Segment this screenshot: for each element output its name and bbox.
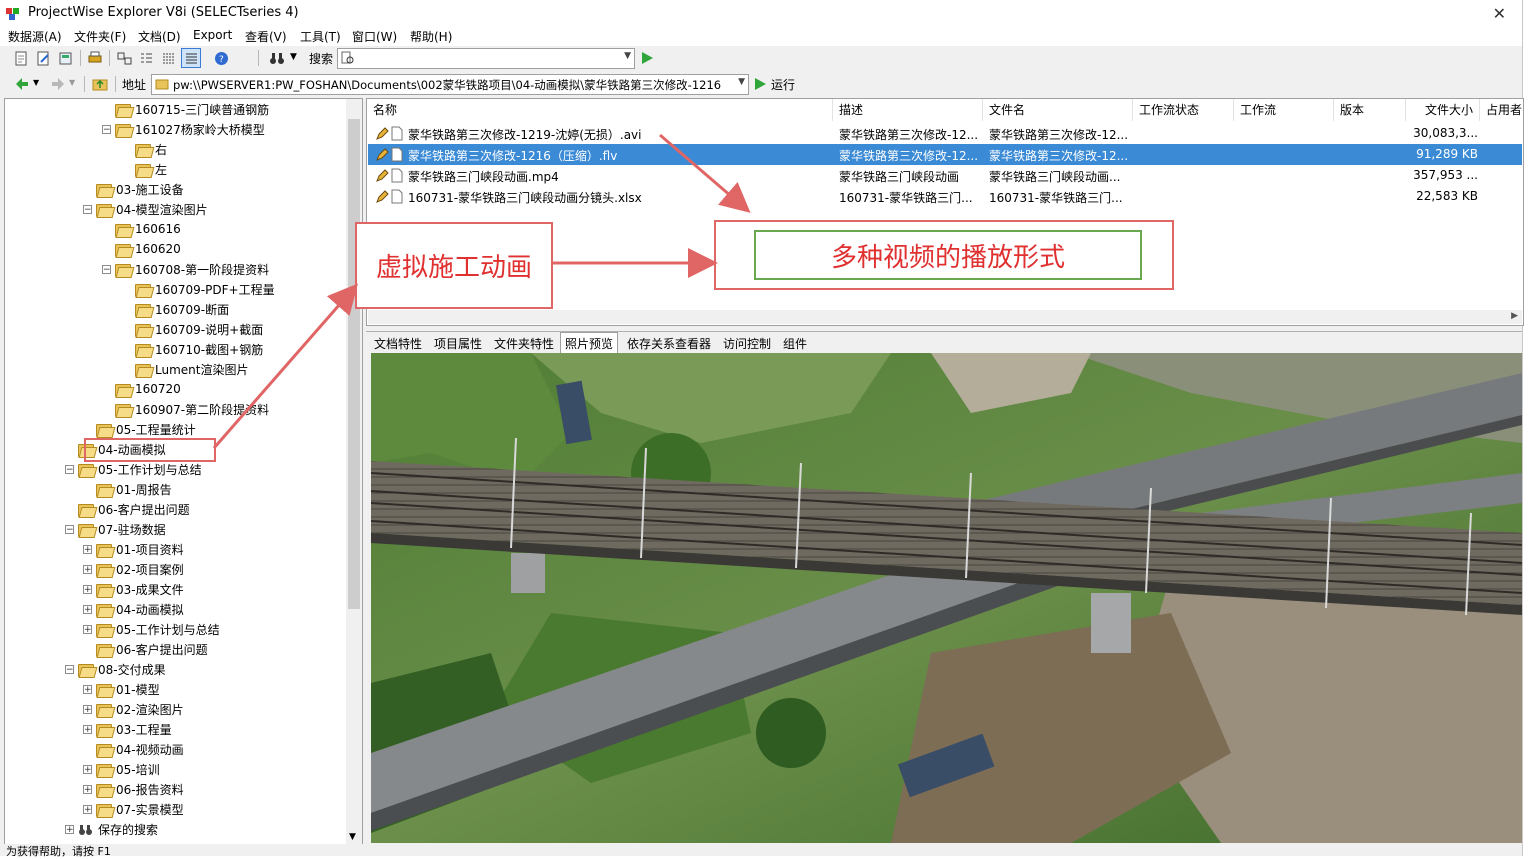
arrow-from-file-list bbox=[659, 133, 751, 213]
annotation-arrows bbox=[212, 133, 751, 449]
arrow-to-virtual-animation bbox=[212, 283, 358, 449]
